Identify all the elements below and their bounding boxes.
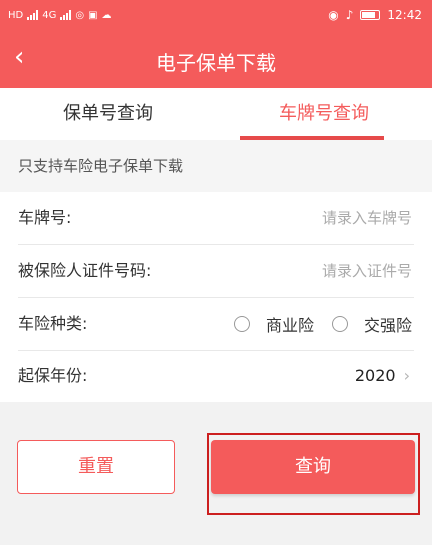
insurance-type-label: 车险种类: (18, 314, 88, 333)
battery-icon (360, 10, 381, 20)
insurance-type-radio-group: 商业险 交强险 (233, 298, 412, 350)
status-right: ◉ ♪ 12:42 (328, 6, 422, 24)
start-year-value: 2020 (354, 366, 396, 385)
plate-row: 车牌号: (0, 192, 432, 244)
signal-icon-2 (60, 10, 72, 20)
hd-indicator: HD (8, 9, 24, 21)
id-number-row: 被保险人证件号码: (0, 245, 432, 297)
tab-policy-number[interactable]: 保单号查询 (0, 88, 216, 140)
radio-commercial-label: 商业险 (265, 316, 314, 335)
eye-icon: ◉ (328, 8, 339, 22)
plate-input[interactable] (252, 204, 412, 232)
radio-circle-icon[interactable] (233, 316, 250, 332)
id-number-label: 被保险人证件号码: (18, 261, 152, 280)
start-year-label: 起保年份: (18, 366, 88, 385)
radio-commercial[interactable]: 商业险 (233, 312, 314, 336)
cloud-icon: ☁ (101, 9, 112, 21)
status-time: 12:42 (387, 8, 422, 22)
wifi-icon: ◎ (75, 9, 85, 21)
reset-button[interactable]: 重置 (17, 440, 175, 494)
start-year-select[interactable]: 2020 › (355, 350, 410, 402)
tab-plate-number[interactable]: 车牌号查询 (216, 88, 432, 140)
radio-compulsory-label: 交强险 (363, 316, 412, 335)
page-title: 电子保单下载 (156, 51, 276, 75)
radio-compulsory[interactable]: 交强险 (331, 312, 412, 336)
chevron-right-icon: › (403, 366, 410, 385)
status-bar: HD 4G ◎ ▣ ☁ ◉ ♪ 12:42 (0, 0, 432, 32)
tab-bar: 保单号查询 车牌号查询 (0, 88, 432, 140)
signal-icon (27, 10, 39, 20)
query-button[interactable]: 查询 (211, 440, 415, 494)
network-label: 4G (42, 9, 57, 21)
id-number-input[interactable] (252, 257, 412, 285)
status-left: HD 4G ◎ ▣ ☁ (8, 6, 112, 24)
query-form: 车牌号: 被保险人证件号码: 车险种类: 商业险 交强险 起保年份: 2020 … (0, 192, 432, 402)
notice-text: 只支持车险电子保单下载 (0, 140, 432, 192)
insurance-type-row: 车险种类: 商业险 交强险 (0, 298, 432, 350)
mute-icon: ♪ (345, 8, 354, 22)
start-year-row[interactable]: 起保年份: 2020 › (0, 350, 432, 402)
notification-icon: ▣ (88, 9, 98, 21)
plate-label: 车牌号: (18, 208, 72, 227)
radio-circle-icon[interactable] (331, 316, 348, 332)
header-bar: ‹ 电子保单下载 (0, 32, 432, 88)
